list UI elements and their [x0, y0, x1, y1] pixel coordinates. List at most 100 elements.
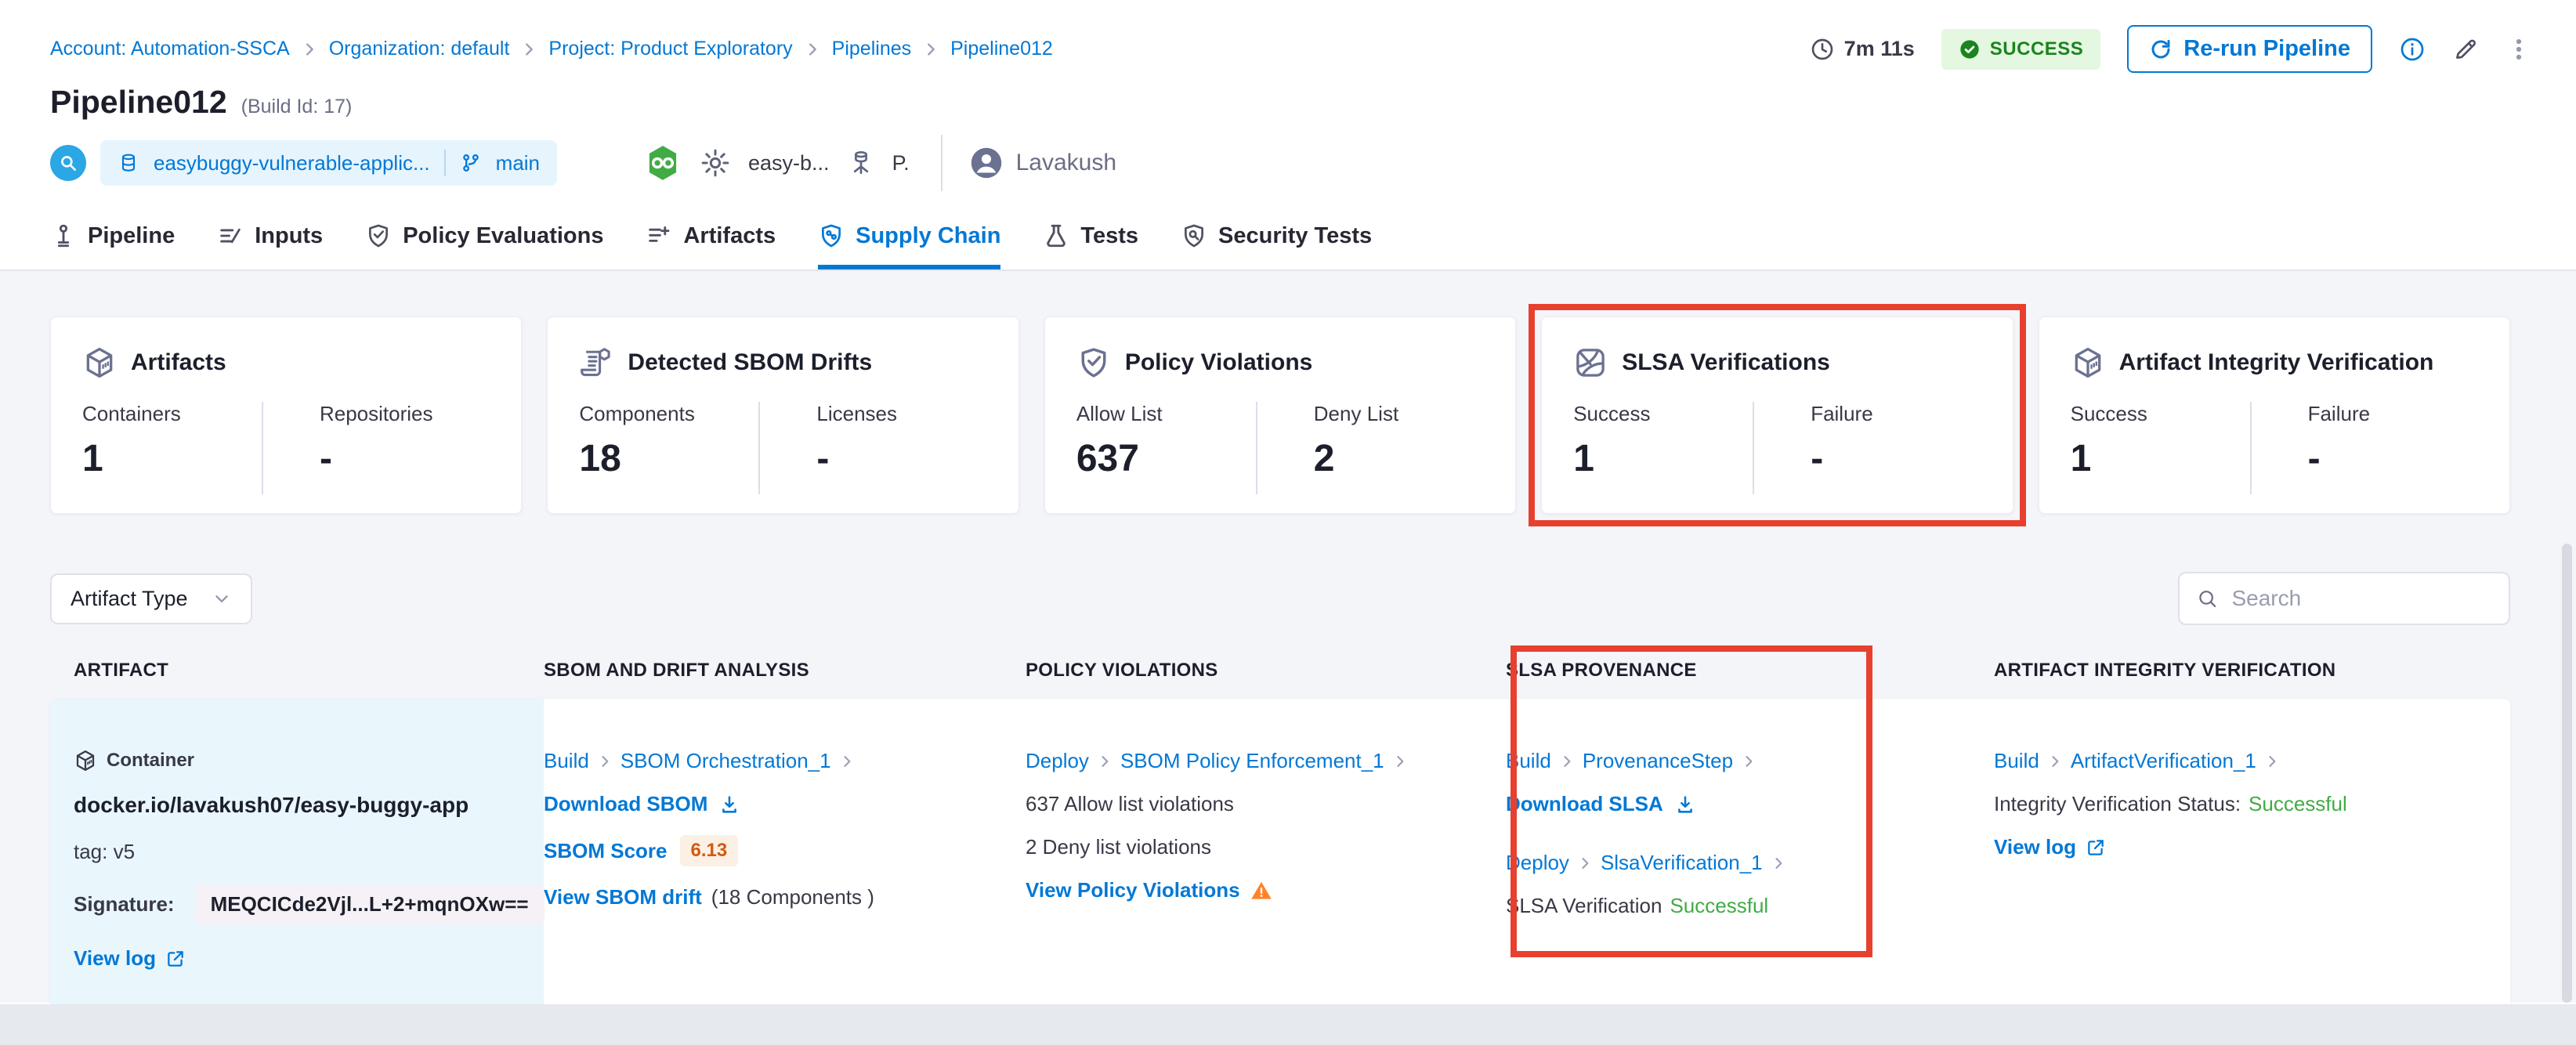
column-header-integrity: ARTIFACT INTEGRITY VERIFICATION: [1994, 660, 2336, 681]
download-icon: [1677, 795, 1692, 813]
codebase-icon: [50, 145, 86, 181]
download-sbom-link[interactable]: Download SBOM: [544, 792, 707, 816]
tab-policy-evaluations[interactable]: Policy Evaluations: [365, 222, 603, 269]
search-box: [2178, 572, 2510, 625]
shield-check-icon: [369, 224, 389, 248]
chevron-right-icon: [306, 42, 313, 56]
breadcrumb: Account: Automation-SSCA Organization: d…: [50, 38, 1053, 60]
allow-list-violations: 637 Allow list violations: [1026, 792, 1234, 815]
policy-stage-link[interactable]: Deploy: [1026, 749, 1089, 773]
security-tests-icon: [1185, 224, 1204, 248]
slsa-icon: [1576, 349, 1605, 377]
tab-pipeline[interactable]: Pipeline: [50, 222, 175, 269]
table-row: Container docker.io/lavakush07/easy-bugg…: [50, 699, 2510, 1021]
artifact-type-dropdown[interactable]: Artifact Type: [50, 573, 252, 624]
chevron-right-icon: [844, 755, 851, 767]
search-input[interactable]: [2231, 586, 2491, 611]
info-icon: [2401, 38, 2424, 60]
slsa-card-highlight-box: SLSA Verifications Success 1 Failure -: [1529, 304, 2027, 526]
breadcrumb-pipelines[interactable]: Pipelines: [832, 38, 911, 60]
info-button[interactable]: [2399, 36, 2426, 63]
artifact-image-name: docker.io/lavakush07/easy-buggy-app: [74, 793, 469, 817]
artifact-integrity-summary-card: Artifact Integrity Verification Success 1…: [2038, 316, 2511, 514]
summary-cards: Artifacts Containers 1 Repositories - Dete…: [50, 304, 2511, 526]
pencil-icon: [2456, 39, 2476, 59]
scrollbar-thumb[interactable]: [2562, 544, 2572, 1003]
sbom-stage-link[interactable]: Build: [544, 749, 589, 773]
integrity-stage-link[interactable]: Build: [1994, 749, 2039, 773]
build-id: (Build Id: 17): [241, 96, 353, 118]
repository-icon: [121, 154, 136, 172]
artifact-view-log-link[interactable]: View log: [74, 946, 156, 971]
repo-pill[interactable]: easybuggy-vulnerable-applic... main: [100, 140, 558, 186]
cube-icon: [86, 347, 113, 378]
supply-chain-icon: [822, 224, 841, 248]
meta-divider: [940, 135, 942, 191]
chevron-right-icon: [526, 42, 534, 56]
chevron-right-icon: [1397, 755, 1404, 767]
pill-divider: [443, 150, 446, 176]
column-header-sbom: SBOM AND DRIFT ANALYSIS: [544, 660, 809, 681]
sbom-score-link[interactable]: SBOM Score: [544, 839, 668, 863]
environment-label: P.: [892, 150, 910, 175]
integrity-cell: Build ArtifactVerification_1 Integrity V…: [1994, 699, 2510, 1021]
column-header-artifact: ARTIFACT: [74, 660, 169, 681]
pipeline-icon: [57, 224, 70, 248]
integrity-view-log-link[interactable]: View log: [1994, 835, 2076, 859]
tab-artifacts[interactable]: Artifacts: [646, 222, 776, 269]
tab-security-tests[interactable]: Security Tests: [1181, 222, 1372, 269]
supply-chain-page: Account: Automation-SSCA Organization: d…: [0, 0, 2576, 1045]
chevron-right-icon: [1564, 755, 1571, 767]
download-icon: [722, 795, 737, 813]
policy-cell: Deploy SBOM Policy Enforcement_1 637 All…: [1026, 699, 1506, 1021]
tab-bar: Pipeline Inputs Policy Evaluations Artif…: [50, 222, 2532, 269]
breadcrumb-project[interactable]: Project: Product Exploratory: [548, 38, 792, 60]
rerun-label: Re-run Pipeline: [2183, 36, 2350, 61]
triggered-by: Lavakush: [969, 146, 1116, 180]
shield-check-icon: [1081, 348, 1106, 378]
flask-icon: [1047, 224, 1066, 248]
signature-value: MEQCICde2Vjl...L+2+mqnOXw==: [194, 884, 545, 924]
status-badge: SUCCESS: [1941, 28, 2101, 70]
deny-list-violations: 2 Deny list violations: [1026, 835, 1211, 859]
breadcrumb-pipeline012[interactable]: Pipeline012: [950, 38, 1053, 60]
breadcrumb-account[interactable]: Account: Automation-SSCA: [50, 38, 290, 60]
chevron-right-icon: [1102, 755, 1109, 767]
artifacts-list-icon: [649, 226, 670, 242]
sbom-cell: Build SBOM Orchestration_1 Download SBOM…: [544, 699, 1026, 1021]
slsa-verify-stage-link[interactable]: Deploy: [1506, 851, 1569, 875]
policy-step-link[interactable]: SBOM Policy Enforcement_1: [1120, 749, 1384, 773]
slsa-provenance-stage-link[interactable]: Build: [1506, 749, 1551, 773]
download-slsa-link[interactable]: Download SLSA: [1506, 792, 1663, 816]
external-link-icon: [2088, 839, 2104, 855]
tab-inputs[interactable]: Inputs: [217, 222, 323, 269]
slsa-verification-label: SLSA Verification: [1506, 894, 1662, 917]
chevron-right-icon: [809, 42, 816, 56]
tab-supply-chain[interactable]: Supply Chain: [818, 222, 1001, 269]
integrity-status-value: Successful: [2249, 792, 2347, 815]
policy-violations-summary-card: Policy Violations Allow List 637 Deny Lis…: [1044, 316, 1517, 514]
view-policy-violations-link[interactable]: View Policy Violations: [1026, 878, 1240, 902]
more-options-button[interactable]: [2505, 36, 2532, 63]
run-duration: 7m 11s: [1810, 37, 1915, 62]
status-text: SUCCESS: [1989, 38, 2084, 60]
chevron-right-icon: [2269, 755, 2276, 767]
integrity-step-link[interactable]: ArtifactVerification_1: [2071, 749, 2256, 773]
chevron-down-icon: [215, 595, 228, 602]
cube-icon: [76, 750, 95, 771]
external-link-icon: [168, 950, 183, 967]
branch-name: main: [495, 150, 541, 175]
repo-name: easybuggy-vulnerable-applic...: [154, 150, 430, 175]
breadcrumb-organization[interactable]: Organization: default: [329, 38, 510, 60]
sbom-step-link[interactable]: SBOM Orchestration_1: [620, 749, 831, 773]
page-title: Pipeline012: [50, 84, 227, 120]
slsa-verify-step-link[interactable]: SlsaVerification_1: [1601, 851, 1763, 875]
edit-pipeline-button[interactable]: [2452, 36, 2479, 63]
warning-triangle-icon: [1250, 881, 1272, 899]
tab-tests[interactable]: Tests: [1043, 222, 1138, 269]
supply-chain-content: Artifacts Containers 1 Repositories - Dete…: [0, 271, 2576, 1021]
view-sbom-drift-link[interactable]: View SBOM drift: [544, 885, 702, 909]
inputs-icon: [220, 228, 241, 244]
slsa-provenance-step-link[interactable]: ProvenanceStep: [1583, 749, 1733, 773]
rerun-pipeline-button[interactable]: Re-run Pipeline: [2127, 25, 2372, 73]
